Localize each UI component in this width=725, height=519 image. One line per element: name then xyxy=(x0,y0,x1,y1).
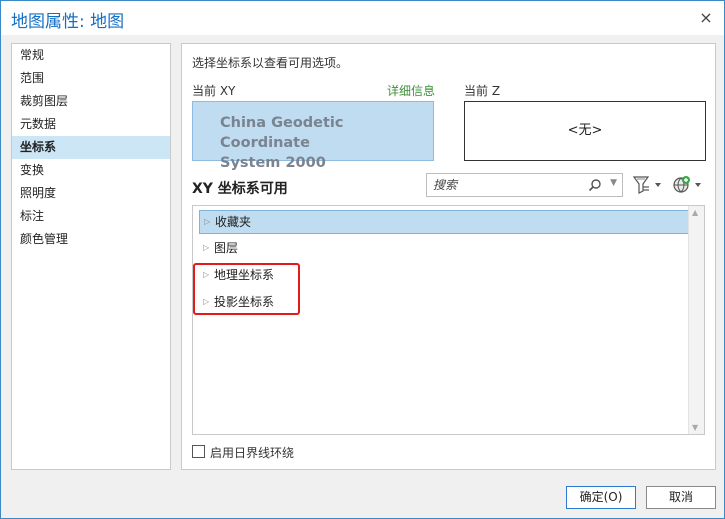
current-xy-value-line1: China Geodetic Coordinate xyxy=(220,115,344,151)
category-nav: 常规 范围 裁剪图层 元数据 坐标系 变换 照明度 标注 颜色管理 xyxy=(11,43,171,470)
current-xy-value-line2: System 2000 xyxy=(220,155,326,171)
instruction-text: 选择坐标系以查看可用选项。 xyxy=(192,56,349,70)
nav-item-extent[interactable]: 范围 xyxy=(12,67,170,90)
tree-item-layers[interactable]: ▷ 图层 xyxy=(201,236,238,260)
close-button[interactable]: × xyxy=(694,6,718,30)
title-bar: 地图属性: 地图 × xyxy=(1,1,724,35)
search-icon[interactable] xyxy=(588,178,602,192)
close-icon: × xyxy=(699,8,713,27)
nav-item-color-management[interactable]: 颜色管理 xyxy=(12,228,170,251)
details-link[interactable]: 详细信息 xyxy=(387,82,435,99)
tree-item-label: 收藏夹 xyxy=(215,215,252,229)
filter-button[interactable] xyxy=(631,174,665,196)
triangle-right-icon[interactable]: ▷ xyxy=(204,211,210,233)
triangle-right-icon[interactable]: ▷ xyxy=(203,236,209,260)
enable-dateline-checkbox[interactable] xyxy=(192,445,205,458)
current-xy-label: 当前 XY xyxy=(192,84,236,98)
search-box[interactable]: ▼ xyxy=(426,173,623,197)
filter-icon xyxy=(632,176,661,194)
nav-item-general[interactable]: 常规 xyxy=(12,44,170,67)
current-z-value[interactable]: <无> xyxy=(464,101,706,161)
scroll-up-icon[interactable]: ▲ xyxy=(692,208,698,217)
cancel-button[interactable]: 取消 xyxy=(646,486,716,509)
globe-add-icon xyxy=(673,176,701,193)
dialog-title: 地图属性: 地图 xyxy=(11,12,125,32)
available-xy-title: XY 坐标系可用 xyxy=(192,181,288,197)
scroll-down-icon[interactable]: ▼ xyxy=(692,423,698,432)
add-coordinate-system-button[interactable] xyxy=(671,174,705,196)
nav-item-coordinate-systems[interactable]: 坐标系 xyxy=(12,136,170,159)
enable-dateline-label: 启用日界线环绕 xyxy=(210,446,295,460)
nav-item-transformation[interactable]: 变换 xyxy=(12,159,170,182)
map-properties-dialog: 地图属性: 地图 × 常规 范围 裁剪图层 元数据 坐标系 变换 照明度 标注 … xyxy=(0,0,725,519)
coordinate-system-panel: 选择坐标系以查看可用选项。 当前 XY 详细信息 当前 Z China Geod… xyxy=(181,43,716,470)
tree-scrollbar[interactable]: ▲ ▼ xyxy=(688,206,704,434)
search-input[interactable] xyxy=(431,176,581,194)
nav-item-labeling[interactable]: 标注 xyxy=(12,205,170,228)
highlight-annotation xyxy=(193,263,300,315)
tree-item-favorites[interactable]: ▷ 收藏夹 xyxy=(199,210,690,234)
coordinate-system-tree: ▷ 收藏夹 ▷ 图层 ▷ 地理坐标系 ▷ 投影坐标系 ▲ ▼ xyxy=(192,205,705,435)
nav-item-illumination[interactable]: 照明度 xyxy=(12,182,170,205)
ok-button[interactable]: 确定(O) xyxy=(566,486,636,509)
search-dropdown-icon[interactable]: ▼ xyxy=(610,178,617,188)
tree-item-label: 图层 xyxy=(214,241,239,255)
current-z-label: 当前 Z xyxy=(464,84,501,98)
nav-item-metadata[interactable]: 元数据 xyxy=(12,113,170,136)
nav-item-clip-layers[interactable]: 裁剪图层 xyxy=(12,90,170,113)
current-xy-value[interactable]: China Geodetic Coordinate System 2000 xyxy=(192,101,434,171)
